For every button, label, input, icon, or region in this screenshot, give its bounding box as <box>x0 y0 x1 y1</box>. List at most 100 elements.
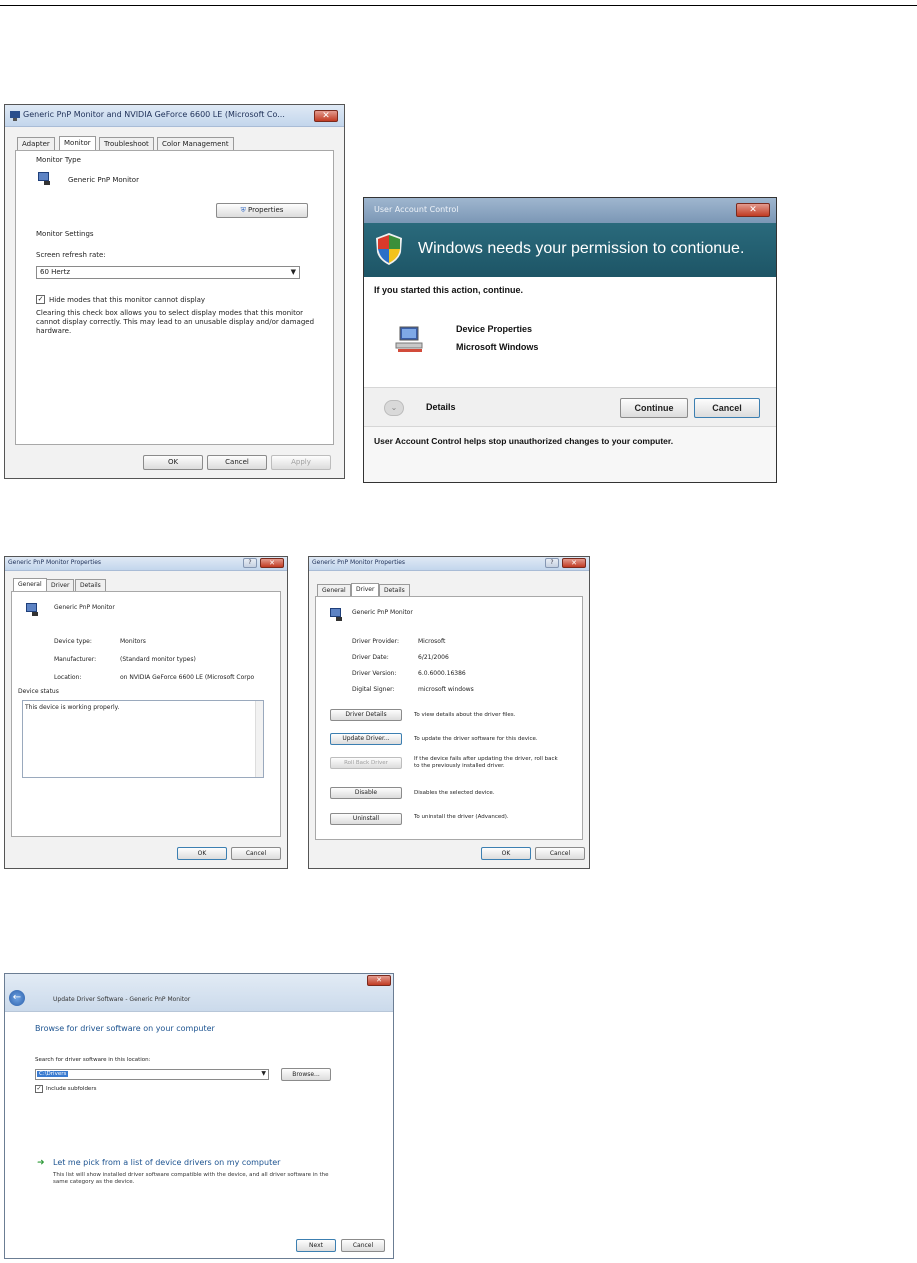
driver-date-value: 6/21/2006 <box>418 654 449 661</box>
continue-button[interactable]: Continue <box>620 398 688 418</box>
page-top-rule <box>0 5 917 6</box>
uac-details-area: ⌄ Details Continue Cancel <box>364 387 776 427</box>
pick-from-list-link[interactable]: Let me pick from a list of device driver… <box>53 1158 280 1167</box>
ok-button[interactable]: OK <box>481 847 531 860</box>
uninstall-button[interactable]: Uninstall <box>330 813 402 825</box>
cancel-button[interactable]: Cancel <box>694 398 760 418</box>
chevron-down-icon: ⌄ <box>390 403 398 412</box>
manufacturer-label: Manufacturer: <box>54 656 97 663</box>
tab-driver[interactable]: Driver <box>351 583 380 597</box>
help-icon: ? <box>550 559 554 566</box>
device-status-text: This device is working properly. <box>25 704 120 711</box>
refresh-rate-value: 60 Hertz <box>40 268 70 276</box>
refresh-rate-select[interactable]: 60 Hertz ▼ <box>36 266 300 279</box>
browse-button[interactable]: Browse... <box>281 1068 331 1081</box>
program-name: Device Properties <box>456 324 533 334</box>
close-button[interactable]: ✕ <box>260 558 284 568</box>
update-driver-wizard: ← Update Driver Software - Generic PnP M… <box>4 973 394 1259</box>
tab-details[interactable]: Details <box>75 579 106 591</box>
shield-icon <box>376 233 402 265</box>
details-label[interactable]: Details <box>426 402 456 412</box>
path-input[interactable]: C:\Drivers ▼ <box>35 1069 269 1080</box>
update-driver-button[interactable]: Update Driver... <box>330 733 402 745</box>
tab-monitor[interactable]: Monitor <box>59 136 96 150</box>
tab-general[interactable]: General <box>317 584 351 596</box>
green-arrow-icon: ➜ <box>37 1158 45 1168</box>
cancel-button[interactable]: Cancel <box>535 847 585 860</box>
close-button[interactable]: ✕ <box>314 110 338 122</box>
apply-button[interactable]: Apply <box>271 455 331 470</box>
ok-button[interactable]: OK <box>143 455 203 470</box>
device-type-label: Device type: <box>54 638 92 645</box>
refresh-rate-label: Screen refresh rate: <box>36 251 106 259</box>
pick-from-list-description: This list will show installed driver sof… <box>53 1172 329 1185</box>
monitor-name: Generic PnP Monitor <box>68 176 139 184</box>
driver-provider-label: Driver Provider: <box>352 638 399 645</box>
hide-modes-checkbox[interactable]: ✓ <box>36 295 45 304</box>
uac-banner-text: Windows needs your permission to contion… <box>418 240 745 257</box>
location-value: on NVIDIA GeForce 6600 LE (Microsoft Cor… <box>120 674 255 681</box>
driver-details-desc: To view details about the driver files. <box>414 712 516 718</box>
tab-driver[interactable]: Driver <box>46 579 75 591</box>
back-arrow-icon: ← <box>12 992 22 1003</box>
shield-icon: ⛨ <box>240 206 246 214</box>
cancel-button[interactable]: Cancel <box>207 455 267 470</box>
driver-version-value: 6.0.6000.16386 <box>418 670 466 677</box>
include-subfolders-checkbox[interactable]: ✓ <box>35 1085 43 1093</box>
ok-button[interactable]: OK <box>177 847 227 860</box>
next-button[interactable]: Next <box>296 1239 336 1252</box>
device-properties-icon <box>395 326 423 352</box>
dialog-title: Generic PnP Monitor Properties <box>312 559 406 566</box>
cancel-button[interactable]: Cancel <box>231 847 281 860</box>
help-button[interactable]: ? <box>545 558 559 568</box>
monitor-icon <box>330 608 342 621</box>
back-button[interactable]: ← <box>9 990 25 1006</box>
properties-button[interactable]: ⛨ Properties <box>216 203 308 218</box>
details-expand-button[interactable]: ⌄ <box>384 400 404 416</box>
include-subfolders-label: Include subfolders <box>46 1086 97 1092</box>
tab-details[interactable]: Details <box>379 584 410 596</box>
driver-provider-value: Microsoft <box>418 638 446 645</box>
close-button[interactable]: ✕ <box>562 558 586 568</box>
disable-button[interactable]: Disable <box>330 787 402 799</box>
tab-troubleshoot[interactable]: Troubleshoot <box>99 137 154 150</box>
help-button[interactable]: ? <box>243 558 257 568</box>
tab-adapter[interactable]: Adapter <box>17 137 55 150</box>
wizard-title: Update Driver Software - Generic PnP Mon… <box>53 996 191 1003</box>
program-publisher: Microsoft Windows <box>456 342 539 352</box>
device-type-value: Monitors <box>120 638 146 645</box>
close-icon: ✕ <box>571 559 577 567</box>
cancel-button[interactable]: Cancel <box>341 1239 385 1252</box>
device-status-box[interactable]: This device is working properly. <box>22 700 264 778</box>
dialog-titlebar: Generic PnP Monitor Properties ? ✕ <box>5 557 287 571</box>
device-status-label: Device status <box>18 688 59 695</box>
monitor-icon <box>10 111 20 121</box>
wizard-heading: Browse for driver software on your compu… <box>35 1024 215 1033</box>
wizard-titlebar: ← Update Driver Software - Generic PnP M… <box>5 974 393 1012</box>
roll-back-driver-button[interactable]: Roll Back Driver <box>330 757 402 769</box>
chevron-down-icon: ▼ <box>290 268 296 276</box>
driver-version-label: Driver Version: <box>352 670 397 677</box>
uac-banner: Windows needs your permission to contion… <box>364 223 776 277</box>
check-icon: ✓ <box>37 295 44 303</box>
roll-back-driver-desc: If the device fails after updating the d… <box>414 756 558 769</box>
hide-modes-label: Hide modes that this monitor cannot disp… <box>49 296 206 304</box>
chevron-down-icon: ▼ <box>261 1070 266 1077</box>
manufacturer-value: (Standard monitor types) <box>120 656 196 663</box>
scrollbar[interactable] <box>255 701 263 777</box>
uac-body: If you started this action, continue. De… <box>364 277 776 387</box>
monitor-icon <box>26 603 38 616</box>
properties-button-label: Properties <box>248 206 284 214</box>
tab-color-management[interactable]: Color Management <box>157 137 234 150</box>
tab-general[interactable]: General <box>13 578 47 592</box>
monitor-type-label: Monitor Type <box>36 156 81 164</box>
close-button[interactable]: ✕ <box>367 975 391 986</box>
close-button[interactable]: ✕ <box>736 203 770 217</box>
close-icon: ✕ <box>322 111 330 121</box>
monitor-settings-label: Monitor Settings <box>36 230 94 238</box>
driver-details-button[interactable]: Driver Details <box>330 709 402 721</box>
update-driver-desc: To update the driver software for this d… <box>414 736 538 742</box>
monitor-icon <box>38 172 50 185</box>
digital-signer-value: microsoft windows <box>418 686 474 693</box>
device-name: Generic PnP Monitor <box>352 609 413 616</box>
